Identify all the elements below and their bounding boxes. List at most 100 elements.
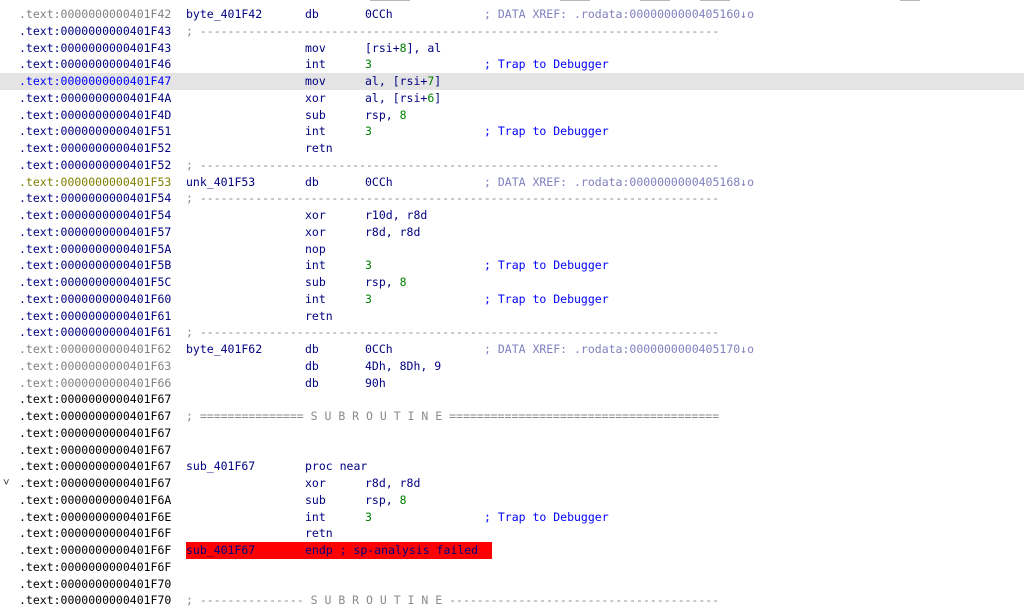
instruction-mnemonic[interactable]: db [305, 375, 319, 392]
listing-row[interactable]: .text:0000000000401F5B int 3 ; Trap to Debu… [0, 257, 1024, 274]
listing-row[interactable]: .text:0000000000401F63 db 4Dh, 8Dh, 9 [0, 358, 1024, 375]
instruction-operands[interactable]: 90h [365, 375, 386, 392]
instruction-operands[interactable]: [rsi+8], al [365, 40, 441, 57]
instruction-mnemonic[interactable]: db [305, 6, 319, 23]
address-label[interactable]: .text:0000000000401F6F [19, 559, 171, 576]
instruction-mnemonic[interactable]: nop [305, 241, 326, 258]
address-label[interactable]: .text:0000000000401F67 [19, 425, 171, 442]
address-label[interactable]: .text:0000000000401F4A [19, 90, 171, 107]
instruction-mnemonic[interactable]: retn [305, 308, 333, 325]
address-label[interactable]: .text:0000000000401F54 [19, 207, 171, 224]
listing-row[interactable]: .text:0000000000401F43 ; ----------------… [0, 23, 1024, 40]
address-label[interactable]: .text:0000000000401F60 [19, 291, 171, 308]
address-label[interactable]: .text:0000000000401F54 [19, 190, 171, 207]
xref-comment[interactable]: ; DATA XREF: .rodata:0000000000405168↓o [484, 174, 754, 191]
address-label[interactable]: .text:0000000000401F6E [19, 509, 171, 526]
listing-row[interactable]: .text:0000000000401F54 ; ----------------… [0, 190, 1024, 207]
instruction-mnemonic[interactable]: int [305, 56, 326, 73]
listing-row[interactable]: .text:0000000000401F53 unk_401F53 db 0CCh ; … [0, 174, 1024, 191]
instruction-operands[interactable]: 0CCh [365, 174, 393, 191]
listing-row[interactable]: .text:0000000000401F4A xor al, [rsi+6] [0, 90, 1024, 107]
instruction-mnemonic[interactable]: int [305, 509, 326, 526]
instruction-operands[interactable]: 3 [365, 56, 372, 73]
listing-row[interactable]: .text:0000000000401F46 int 3 ; Trap to Debu… [0, 56, 1024, 73]
listing-row[interactable]: .text:0000000000401F6A sub rsp, 8 [0, 492, 1024, 509]
listing-row[interactable]: .text:0000000000401F67 [0, 442, 1024, 459]
instruction-mnemonic[interactable]: int [305, 257, 326, 274]
listing-row[interactable]: .text:0000000000401F51 int 3 ; Trap to Debu… [0, 123, 1024, 140]
listing-row[interactable]: .text:0000000000401F60 int 3 ; Trap to Debu… [0, 291, 1024, 308]
address-label[interactable]: .text:0000000000401F61 [19, 324, 171, 341]
instruction-operands[interactable]: 3 [365, 123, 372, 140]
instruction-mnemonic[interactable]: retn [305, 525, 333, 542]
instruction-mnemonic[interactable]: xor [305, 207, 326, 224]
instruction-operands[interactable]: al, [rsi+7] [365, 73, 441, 90]
address-label[interactable]: .text:0000000000401F70 [19, 576, 171, 593]
symbol-label[interactable]: byte_401F42 [186, 6, 262, 23]
listing-row[interactable]: .text:0000000000401F62 byte_401F62 db 0CCh;… [0, 341, 1024, 358]
address-label[interactable]: .text:0000000000401F52 [19, 157, 171, 174]
listing-row[interactable]: .text:0000000000401F61 ; ----------------… [0, 324, 1024, 341]
listing-row[interactable]: ˅ .text:0000000000401F67 xor r8d, r8d [0, 475, 1024, 492]
address-label[interactable]: .text:0000000000401F5B [19, 257, 171, 274]
listing-row[interactable]: .text:0000000000401F4D sub rsp, 8 [0, 107, 1024, 124]
listing-row[interactable]: .text:0000000000401F6F retn [0, 525, 1024, 542]
address-label[interactable]: .text:0000000000401F43 [19, 40, 171, 57]
address-label[interactable]: .text:0000000000401F57 [19, 224, 171, 241]
address-label[interactable]: .text:0000000000401F52 [19, 140, 171, 157]
listing-row[interactable]: .text:0000000000401F6E int 3 ; Trap to Debu… [0, 509, 1024, 526]
symbol-label[interactable]: unk_401F53 [186, 174, 255, 191]
address-label[interactable]: .text:0000000000401F43 [19, 23, 171, 40]
instruction-mnemonic[interactable]: sub [305, 492, 326, 509]
listing-row[interactable]: .text:0000000000401F5A nop [0, 241, 1024, 258]
listing-row[interactable]: .text:0000000000401F47 mov al, [rsi+7] [0, 73, 1024, 90]
listing-row[interactable]: .text:0000000000401F5C sub rsp, 8 [0, 274, 1024, 291]
address-label[interactable]: .text:0000000000401F6A [19, 492, 171, 509]
instruction-operands[interactable]: rsp, 8 [365, 107, 407, 124]
address-label[interactable]: .text:0000000000401F4D [19, 107, 171, 124]
listing-row[interactable]: .text:0000000000401F67 ; =============== … [0, 408, 1024, 425]
instruction-mnemonic[interactable]: db [305, 341, 319, 358]
instruction-operands[interactable]: 0CCh [365, 6, 393, 23]
address-label[interactable]: .text:0000000000401F51 [19, 123, 171, 140]
listing-row[interactable]: .text:0000000000401F52 ; ----------------… [0, 157, 1024, 174]
symbol-label[interactable]: sub_401F67 [186, 542, 305, 559]
address-label[interactable]: .text:0000000000401F46 [19, 56, 171, 73]
instruction-operands[interactable]: r8d, r8d [365, 475, 420, 492]
address-label[interactable]: .text:0000000000401F42 [19, 6, 171, 23]
listing-row[interactable]: .text:0000000000401F6F sub_401F67 endp ; s… [0, 542, 1024, 559]
instruction-operands[interactable]: al, [rsi+6] [365, 90, 441, 107]
address-label[interactable]: .text:0000000000401F67 [19, 391, 171, 408]
instruction-operands[interactable]: rsp, 8 [365, 492, 407, 509]
address-label[interactable]: .text:0000000000401F5C [19, 274, 171, 291]
instruction-mnemonic[interactable]: mov [305, 73, 326, 90]
listing-row[interactable]: .text:0000000000401F67 [0, 425, 1024, 442]
address-label[interactable]: .text:0000000000401F66 [19, 375, 171, 392]
instruction-operands[interactable]: 3 [365, 509, 372, 526]
instruction-mnemonic[interactable]: xor [305, 475, 326, 492]
instruction-operands[interactable]: 4Dh, 8Dh, 9 [365, 358, 441, 375]
instruction-mnemonic[interactable]: int [305, 291, 326, 308]
symbol-label[interactable]: sub_401F67 [186, 458, 255, 475]
instruction-mnemonic[interactable]: mov [305, 40, 326, 57]
endp-directive[interactable]: endp ; sp-analysis failed [305, 542, 492, 559]
address-label[interactable]: .text:0000000000401F6F [19, 525, 171, 542]
disassembly-listing[interactable]: .text:0000000000401F42 byte_401F42 db 0CCh;… [0, 6, 1024, 607]
collapse-arrow-icon[interactable]: ˅ [3, 475, 13, 492]
listing-row[interactable]: .text:0000000000401F43 mov [rsi+8], al [0, 40, 1024, 57]
instruction-mnemonic[interactable]: int [305, 123, 326, 140]
address-label[interactable]: .text:0000000000401F62 [19, 341, 171, 358]
instruction-mnemonic[interactable]: retn [305, 140, 333, 157]
symbol-label[interactable]: byte_401F62 [186, 341, 262, 358]
address-label[interactable]: .text:0000000000401F67 [19, 458, 171, 475]
listing-row[interactable]: .text:0000000000401F67 [0, 391, 1024, 408]
instruction-operands[interactable]: r10d, r8d [365, 207, 427, 224]
address-label[interactable]: .text:0000000000401F67 [19, 408, 171, 425]
instruction-mnemonic[interactable]: xor [305, 90, 326, 107]
listing-row[interactable]: .text:0000000000401F54 xor r10d, r8d [0, 207, 1024, 224]
listing-row[interactable]: .text:0000000000401F70 [0, 576, 1024, 593]
instruction-mnemonic[interactable]: xor [305, 224, 326, 241]
listing-row[interactable]: .text:0000000000401F42 byte_401F42 db 0CCh;… [0, 6, 1024, 23]
listing-row[interactable]: .text:0000000000401F61 retn [0, 308, 1024, 325]
address-label[interactable]: .text:0000000000401F67 [19, 442, 171, 459]
